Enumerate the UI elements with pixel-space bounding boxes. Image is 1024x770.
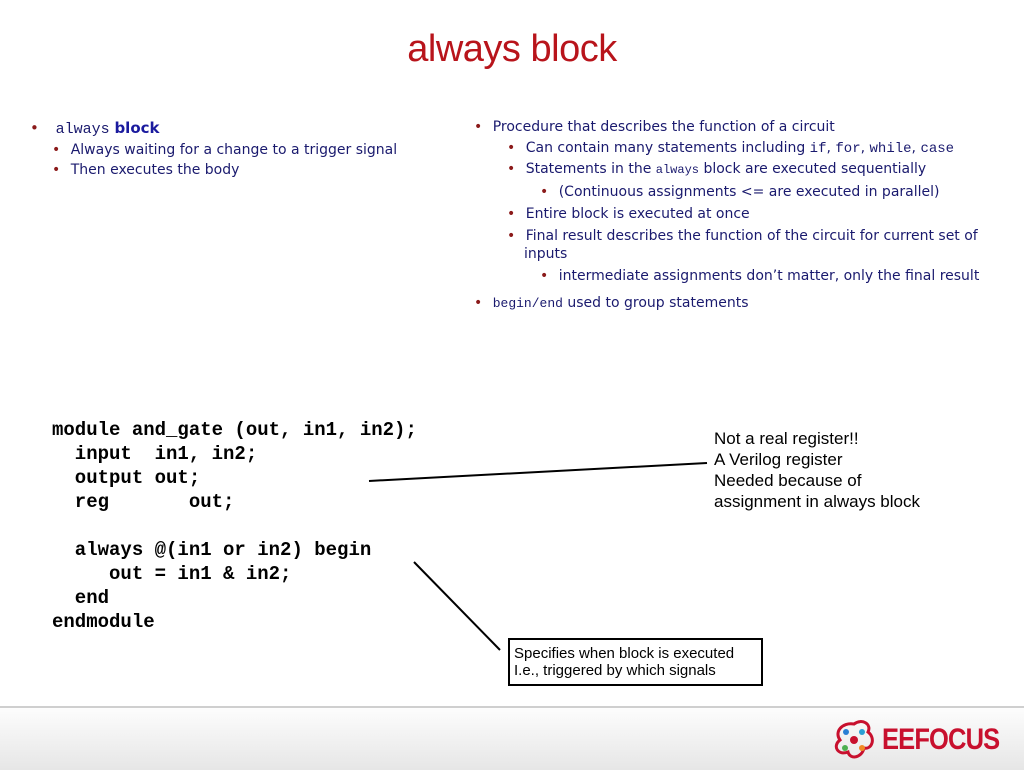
annotation-line: Not a real register!! (714, 429, 859, 448)
footer-bar: EEFOCUS (0, 706, 1024, 770)
annotation-line: A Verilog register (714, 450, 843, 469)
annotation-line: Needed because of (714, 471, 862, 490)
annotation-line: Specifies when block is executed (514, 645, 735, 662)
trigger-annotation-box: Specifies when block is executed I.e., t… (508, 638, 763, 686)
eefocus-logo: EEFOCUS (832, 720, 1020, 760)
logo-text: EEFOCUS (882, 723, 1000, 756)
register-callout-line (368, 462, 708, 482)
annotation-line: I.e., triggered by which signals (514, 662, 716, 679)
logo-flower-icon (834, 720, 874, 759)
annotation-line: assignment in always block (714, 492, 920, 511)
register-annotation: Not a real register!! A Verilog register… (714, 428, 920, 512)
trigger-callout-line (413, 561, 501, 651)
